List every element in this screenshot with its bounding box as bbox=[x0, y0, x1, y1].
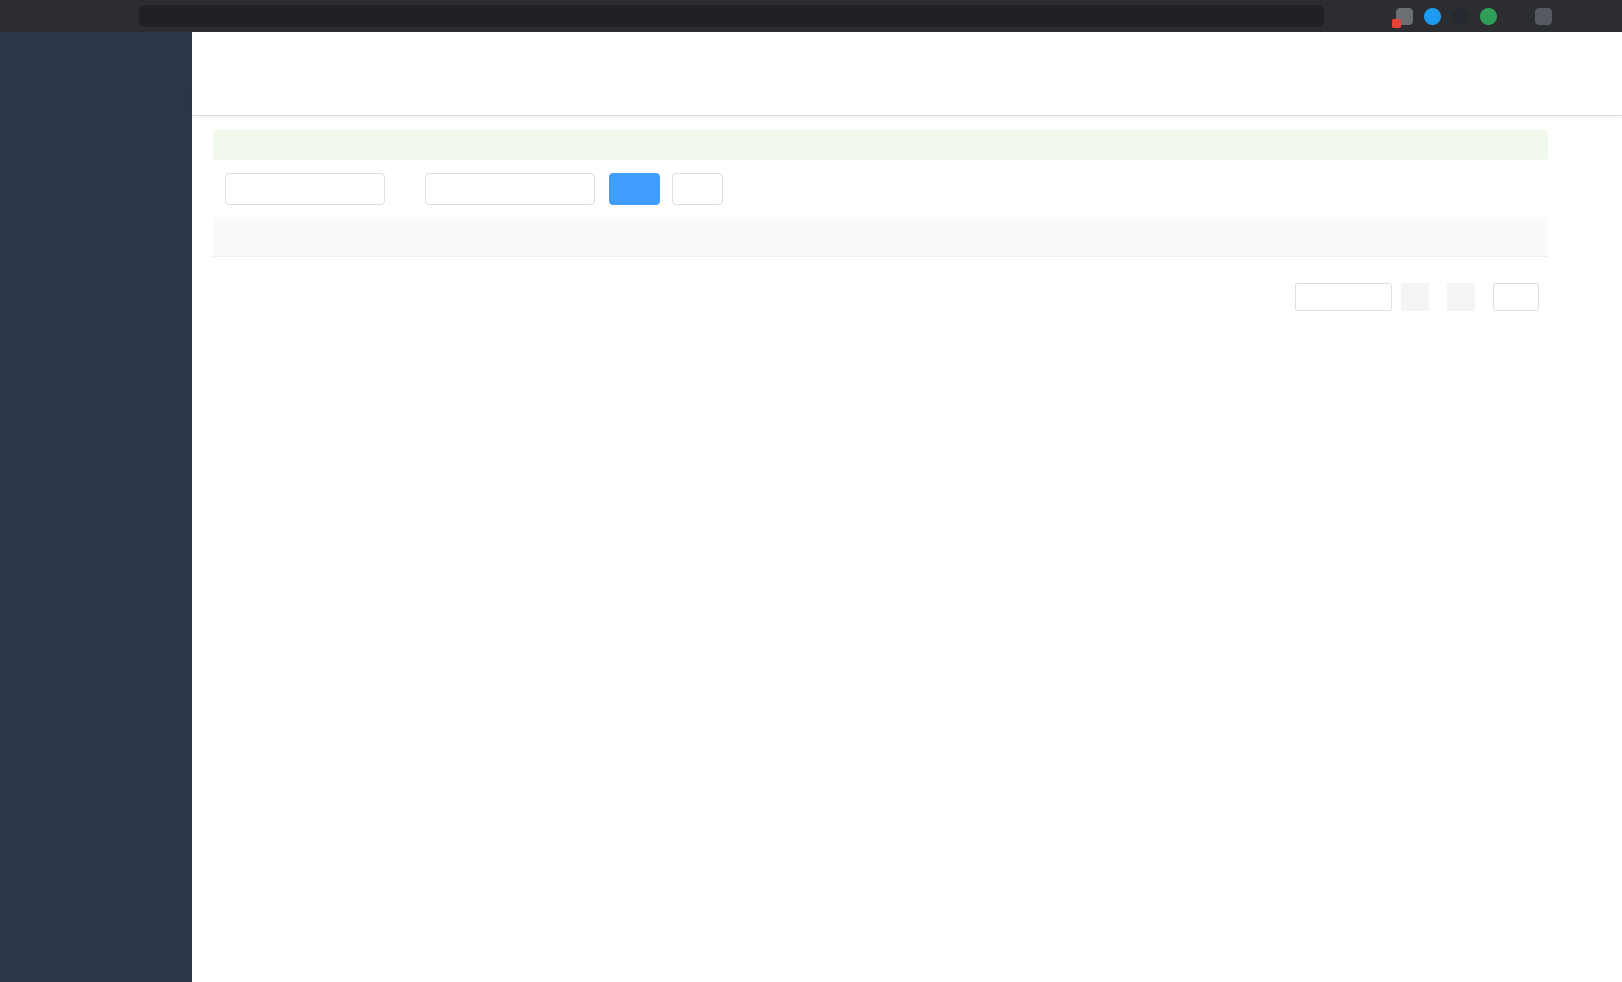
filter-form bbox=[213, 173, 1548, 205]
extension-icon-4[interactable] bbox=[1480, 8, 1497, 25]
next-page-button[interactable] bbox=[1447, 283, 1475, 311]
user-menu[interactable] bbox=[1484, 42, 1540, 72]
browser-nav-buttons bbox=[12, 8, 121, 24]
browser-menu-kebab-icon[interactable] bbox=[1594, 8, 1610, 24]
extension-icon-3[interactable] bbox=[1452, 8, 1469, 25]
user-type-select[interactable] bbox=[425, 173, 595, 205]
bookmark-star-icon[interactable] bbox=[1369, 8, 1385, 24]
fullscreen-icon[interactable] bbox=[1420, 49, 1437, 66]
caret-down-icon bbox=[1528, 51, 1540, 63]
chevron-down-icon bbox=[569, 182, 583, 196]
chevron-down-icon bbox=[1371, 291, 1383, 303]
chevron-left-icon bbox=[1409, 291, 1421, 303]
browser-chrome bbox=[0, 0, 1622, 32]
tabs-bar bbox=[192, 82, 1622, 116]
pagination bbox=[213, 283, 1548, 311]
topbar-actions bbox=[1324, 42, 1540, 72]
prev-page-button[interactable] bbox=[1401, 283, 1429, 311]
page-content bbox=[192, 116, 1622, 982]
search-button[interactable] bbox=[609, 173, 660, 205]
extension-badge bbox=[1392, 19, 1401, 28]
github-icon[interactable] bbox=[1356, 49, 1373, 66]
doc-alert bbox=[213, 130, 1548, 160]
topbar bbox=[192, 32, 1622, 82]
refresh-icon bbox=[688, 183, 701, 196]
extension-icon-5[interactable] bbox=[1535, 8, 1552, 25]
goto-page-input[interactable] bbox=[1493, 283, 1539, 311]
back-icon[interactable] bbox=[12, 8, 28, 24]
sidebar bbox=[0, 32, 192, 982]
logo-image bbox=[12, 43, 42, 73]
address-bar[interactable] bbox=[139, 5, 1324, 27]
sidebar-menu bbox=[0, 84, 192, 982]
site-info-icon[interactable] bbox=[149, 9, 163, 23]
user-id-input[interactable] bbox=[225, 173, 385, 205]
extensions-puzzle-icon[interactable] bbox=[1508, 8, 1524, 24]
forward-icon[interactable] bbox=[43, 8, 59, 24]
help-icon[interactable] bbox=[1388, 49, 1405, 66]
chevron-right-icon bbox=[1455, 291, 1467, 303]
token-table bbox=[213, 217, 1548, 257]
app-logo[interactable] bbox=[0, 32, 192, 84]
page-size-select[interactable] bbox=[1295, 283, 1392, 311]
app-window bbox=[0, 32, 1622, 982]
sidebar-toggle-icon[interactable] bbox=[208, 47, 228, 67]
reload-icon[interactable] bbox=[74, 8, 90, 24]
share-icon[interactable] bbox=[1342, 8, 1358, 24]
table-header-row bbox=[213, 217, 1548, 257]
font-size-icon[interactable] bbox=[1452, 49, 1469, 66]
extension-icon-1[interactable] bbox=[1396, 8, 1413, 25]
alert-close-icon[interactable] bbox=[1521, 139, 1534, 152]
search-icon bbox=[625, 183, 638, 196]
main-panel bbox=[192, 32, 1622, 982]
home-icon[interactable] bbox=[105, 8, 121, 24]
extension-icon-2[interactable] bbox=[1424, 8, 1441, 25]
search-icon[interactable] bbox=[1324, 49, 1341, 66]
user-avatar bbox=[1484, 42, 1514, 72]
browser-toolbar-right bbox=[1342, 6, 1610, 26]
browser-profile-avatar[interactable] bbox=[1563, 6, 1583, 26]
reset-button[interactable] bbox=[672, 173, 723, 205]
success-check-icon bbox=[227, 138, 242, 153]
